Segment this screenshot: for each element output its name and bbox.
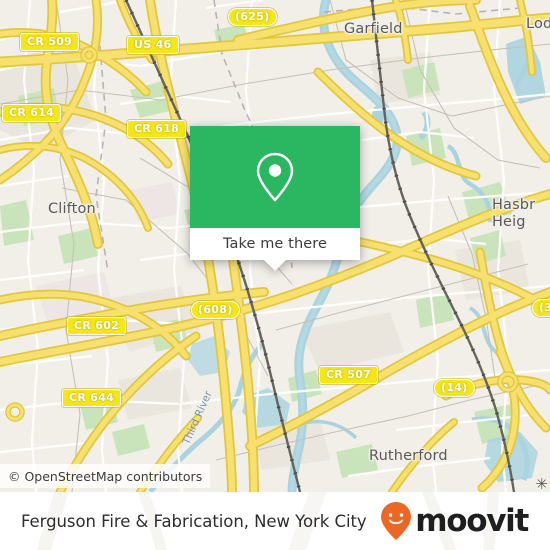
map-popup-card[interactable]: Take me there <box>190 126 360 271</box>
road-shield-cr-509[interactable]: CR 509 <box>20 33 80 51</box>
road-shield-608[interactable]: (608) <box>191 301 240 319</box>
road-shield-cr-507[interactable]: CR 507 <box>319 366 379 384</box>
road-shield-cr-618[interactable]: CR 618 <box>127 120 187 138</box>
popup-tail <box>264 260 286 271</box>
venue-title: Ferguson Fire & Fabrication, New York Ci… <box>21 511 367 531</box>
road-shield-14[interactable]: (14) <box>434 379 475 397</box>
popup-footer[interactable]: Take me there <box>190 228 360 271</box>
road-shield-cr-602[interactable]: CR 602 <box>67 317 127 335</box>
road-shield-625[interactable]: (625) <box>228 8 277 26</box>
bottom-bar: Ferguson Fire & Fabrication, New York Ci… <box>0 492 550 550</box>
road-shield-cr-644[interactable]: CR 644 <box>62 389 122 407</box>
attribution-text: © OpenStreetMap contributors <box>8 468 203 484</box>
road-shield-34[interactable]: (3 <box>532 299 550 317</box>
road-shield-us-46[interactable]: US 46 <box>127 36 179 54</box>
popup-image-panel <box>190 126 360 228</box>
moovit-pin-icon <box>381 502 412 540</box>
road-shield-cr-614[interactable]: CR 614 <box>2 104 62 122</box>
map-pin-icon <box>256 152 294 202</box>
take-me-there-button[interactable]: Take me there <box>223 236 327 252</box>
corner-star-marker: ✳ <box>535 475 548 492</box>
moovit-wordmark: moovit <box>415 502 529 539</box>
map-page: Garfield Lodi Clifton Hasbr Heig Rutherf… <box>0 0 550 550</box>
map-attribution: © OpenStreetMap contributors <box>0 464 211 488</box>
map-canvas[interactable]: Garfield Lodi Clifton Hasbr Heig Rutherf… <box>0 0 550 492</box>
moovit-brand[interactable]: moovit <box>380 501 529 541</box>
